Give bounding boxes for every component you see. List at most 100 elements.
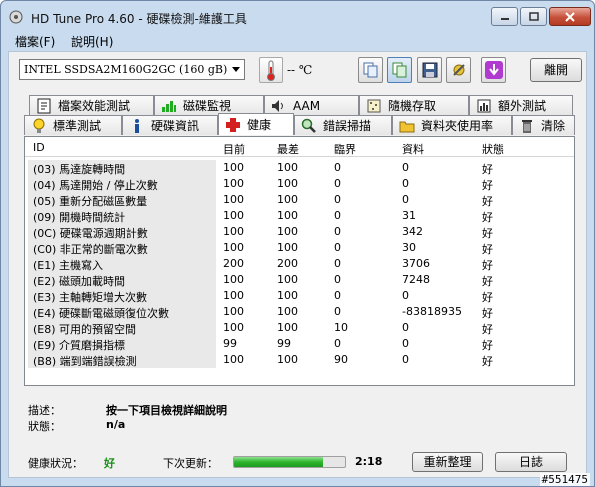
cell-id: (E9) 介質磨損指標 <box>33 339 126 352</box>
tab-health[interactable]: 健康 <box>218 113 294 135</box>
cell-id: (04) 馬達開始 / 停止次數 <box>33 179 158 192</box>
table-row[interactable]: (E9) 介質磨損指標 99 99 0 0 好 <box>25 336 574 352</box>
cell-data: 0 <box>402 289 409 302</box>
column-header-data[interactable]: 資料 <box>402 141 424 157</box>
cell-status: 好 <box>482 211 493 224</box>
lightbulb-icon <box>31 118 47 134</box>
health-status-value: 好 <box>104 457 115 470</box>
tab-erase[interactable]: 清除 <box>512 115 575 135</box>
cell-status: 好 <box>482 195 493 208</box>
detail-panel: 描述： 按一下項目檢視詳細說明 狀態： n/a <box>24 398 575 438</box>
drive-dropdown[interactable]: INTEL SSDSA2M160G2GC (160 gB) <box>19 59 245 80</box>
cell-worst: 100 <box>277 209 298 222</box>
health-status-label: 健康狀況： <box>28 457 83 470</box>
temperature-readout: -- ℃ <box>287 63 313 77</box>
tab-aam[interactable]: AAM <box>264 95 359 115</box>
tab-error-scan[interactable]: 錯誤掃描 <box>294 115 392 135</box>
cell-current: 100 <box>223 289 244 302</box>
cell-id: (E1) 主機寫入 <box>33 259 104 272</box>
table-row[interactable]: (B8) 端到端錯誤檢測 100 100 90 0 好 <box>25 352 574 368</box>
table-row[interactable]: (C0) 非正常的斷電次數 100 100 0 30 好 <box>25 240 574 256</box>
cell-current: 100 <box>223 241 244 254</box>
tab-benchmark[interactable]: 標準測試 <box>24 115 122 135</box>
table-row[interactable]: (04) 馬達開始 / 停止次數 100 100 0 0 好 <box>25 176 574 192</box>
cell-current: 100 <box>223 353 244 366</box>
cell-id: (C0) 非正常的斷電次數 <box>33 243 148 256</box>
column-header-id[interactable]: ID <box>33 141 45 154</box>
cell-threshold: 0 <box>334 161 341 174</box>
options-button[interactable] <box>446 57 471 83</box>
item-status-label: 狀態： <box>28 420 61 433</box>
close-icon <box>565 11 575 22</box>
cell-id: (E3) 主軸轉矩增大次數 <box>33 291 148 304</box>
cell-id: (05) 重新分配磁區數量 <box>33 195 148 208</box>
random-access-icon <box>366 98 382 114</box>
cell-status: 好 <box>482 243 493 256</box>
table-row[interactable]: (05) 重新分配磁區數量 100 100 0 0 好 <box>25 192 574 208</box>
menu-help[interactable]: 說明(H) <box>71 33 113 50</box>
tab-random-access[interactable]: 隨機存取 <box>359 95 469 115</box>
column-header-current[interactable]: 目前 <box>223 141 245 157</box>
maximize-button[interactable] <box>520 7 547 26</box>
log-button[interactable]: 日誌 <box>495 452 567 472</box>
cell-current: 100 <box>223 305 244 318</box>
cell-threshold: 0 <box>334 177 341 190</box>
progress-fill <box>234 457 323 467</box>
cell-worst: 100 <box>277 161 298 174</box>
watermark-text: #551475 <box>539 473 590 486</box>
tab-folder-usage[interactable]: 資料夾使用率 <box>392 115 512 135</box>
tab-info[interactable]: 硬碟資訊 <box>122 115 218 135</box>
trash-icon <box>519 118 535 134</box>
cell-data: 0 <box>402 321 409 334</box>
cell-threshold: 0 <box>334 209 341 222</box>
cell-threshold: 90 <box>334 353 348 366</box>
table-row[interactable]: (E8) 可用的預留空間 100 100 10 0 好 <box>25 320 574 336</box>
table-row[interactable]: (03) 馬達旋轉時間 100 100 0 0 好 <box>25 160 574 176</box>
copy-info-button[interactable] <box>358 57 383 83</box>
refresh-button[interactable]: 重新整理 <box>412 452 483 472</box>
cell-current: 100 <box>223 177 244 190</box>
column-header-status[interactable]: 狀態 <box>482 141 504 157</box>
status-bar: 健康狀況： 好 下次更新： 2:18 重新整理 日誌 <box>24 450 575 474</box>
download-arrow-icon <box>484 61 503 79</box>
thermometer-icon <box>259 57 283 83</box>
table-row[interactable]: (09) 開機時間統計 100 100 0 31 好 <box>25 208 574 224</box>
cell-threshold: 0 <box>334 289 341 302</box>
toolbar: INTEL SSDSA2M160G2GC (160 gB) -- ℃ 離開 <box>9 52 586 92</box>
minimize-button[interactable] <box>491 7 518 26</box>
cell-current: 100 <box>223 209 244 222</box>
tab-disk-monitor[interactable]: 磁碟監視 <box>154 95 264 115</box>
cell-data: 0 <box>402 161 409 174</box>
disk-monitor-icon <box>161 98 177 114</box>
cell-threshold: 0 <box>334 257 341 270</box>
cell-data: -83818935 <box>402 305 462 318</box>
cell-threshold: 0 <box>334 337 341 350</box>
cell-status: 好 <box>482 323 493 336</box>
column-header-worst[interactable]: 最差 <box>277 141 299 157</box>
health-cross-icon <box>225 117 241 133</box>
update-timer: 2:18 <box>355 455 383 468</box>
cell-worst: 100 <box>277 193 298 206</box>
column-header-threshold[interactable]: 臨界 <box>334 141 356 157</box>
tab-file-benchmark[interactable]: 檔案效能測試 <box>29 95 154 115</box>
table-row[interactable]: (E3) 主軸轉矩增大次數 100 100 0 0 好 <box>25 288 574 304</box>
menu-file[interactable]: 檔案(F) <box>15 33 55 50</box>
cell-id: (E2) 磁頭加載時間 <box>33 275 126 288</box>
cell-id: (E8) 可用的預留空間 <box>33 323 137 336</box>
cell-worst: 100 <box>277 273 298 286</box>
table-row[interactable]: (E2) 磁頭加載時間 100 100 0 7248 好 <box>25 272 574 288</box>
download-button[interactable] <box>481 57 506 83</box>
copy-screenshot-button[interactable] <box>387 57 412 83</box>
menu-bar: 檔案(F) 說明(H) <box>1 31 594 51</box>
cell-current: 100 <box>223 273 244 286</box>
tab-extra-tests[interactable]: 額外測試 <box>469 95 573 115</box>
main-panel: INTEL SSDSA2M160G2GC (160 gB) -- ℃ 離開 檔案… <box>8 51 587 478</box>
maximize-icon <box>528 12 539 21</box>
cell-status: 好 <box>482 163 493 176</box>
save-button[interactable] <box>417 57 442 83</box>
table-row[interactable]: (E1) 主機寫入 200 200 0 3706 好 <box>25 256 574 272</box>
close-button[interactable] <box>549 7 591 26</box>
table-row[interactable]: (0C) 硬碟電源週期計數 100 100 0 342 好 <box>25 224 574 240</box>
exit-button[interactable]: 離開 <box>530 58 582 82</box>
table-row[interactable]: (E4) 硬碟斷電磁頭復位次數 100 100 0 -83818935 好 <box>25 304 574 320</box>
